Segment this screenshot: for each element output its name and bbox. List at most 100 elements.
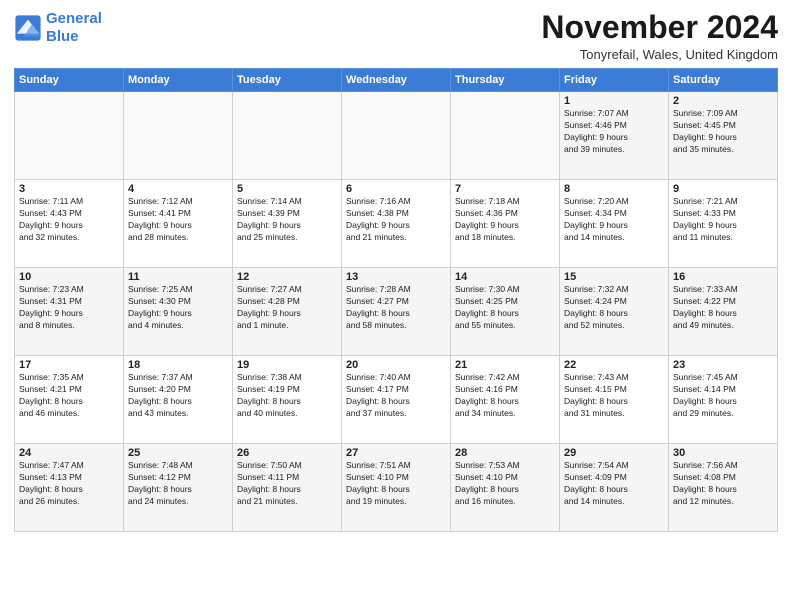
calendar-cell: 15Sunrise: 7:32 AM Sunset: 4:24 PM Dayli… [560, 268, 669, 356]
day-number: 26 [237, 447, 337, 459]
day-number: 7 [455, 183, 555, 195]
day-info: Sunrise: 7:14 AM Sunset: 4:39 PM Dayligh… [237, 196, 337, 244]
day-number: 14 [455, 271, 555, 283]
logo-icon [14, 14, 42, 42]
day-number: 11 [128, 271, 228, 283]
logo: General Blue [14, 10, 102, 46]
day-info: Sunrise: 7:28 AM Sunset: 4:27 PM Dayligh… [346, 284, 446, 332]
calendar-week-2: 3Sunrise: 7:11 AM Sunset: 4:43 PM Daylig… [15, 180, 778, 268]
day-info: Sunrise: 7:27 AM Sunset: 4:28 PM Dayligh… [237, 284, 337, 332]
day-number: 28 [455, 447, 555, 459]
day-info: Sunrise: 7:40 AM Sunset: 4:17 PM Dayligh… [346, 372, 446, 420]
day-number: 12 [237, 271, 337, 283]
header-monday: Monday [124, 69, 233, 92]
day-info: Sunrise: 7:51 AM Sunset: 4:10 PM Dayligh… [346, 460, 446, 508]
calendar-cell: 2Sunrise: 7:09 AM Sunset: 4:45 PM Daylig… [669, 92, 778, 180]
day-number: 13 [346, 271, 446, 283]
calendar-cell: 26Sunrise: 7:50 AM Sunset: 4:11 PM Dayli… [233, 444, 342, 532]
calendar-cell: 17Sunrise: 7:35 AM Sunset: 4:21 PM Dayli… [15, 356, 124, 444]
header-saturday: Saturday [669, 69, 778, 92]
calendar-cell: 10Sunrise: 7:23 AM Sunset: 4:31 PM Dayli… [15, 268, 124, 356]
day-info: Sunrise: 7:11 AM Sunset: 4:43 PM Dayligh… [19, 196, 119, 244]
calendar-cell: 1Sunrise: 7:07 AM Sunset: 4:46 PM Daylig… [560, 92, 669, 180]
month-title: November 2024 [541, 10, 778, 45]
day-number: 9 [673, 183, 773, 195]
location-subtitle: Tonyrefail, Wales, United Kingdom [541, 47, 778, 62]
day-info: Sunrise: 7:07 AM Sunset: 4:46 PM Dayligh… [564, 108, 664, 156]
calendar-cell: 19Sunrise: 7:38 AM Sunset: 4:19 PM Dayli… [233, 356, 342, 444]
day-number: 27 [346, 447, 446, 459]
day-info: Sunrise: 7:45 AM Sunset: 4:14 PM Dayligh… [673, 372, 773, 420]
calendar-cell [342, 92, 451, 180]
calendar-cell: 5Sunrise: 7:14 AM Sunset: 4:39 PM Daylig… [233, 180, 342, 268]
day-number: 2 [673, 95, 773, 107]
day-number: 17 [19, 359, 119, 371]
page: General Blue November 2024 Tonyrefail, W… [0, 0, 792, 612]
day-number: 16 [673, 271, 773, 283]
calendar-cell: 9Sunrise: 7:21 AM Sunset: 4:33 PM Daylig… [669, 180, 778, 268]
day-info: Sunrise: 7:48 AM Sunset: 4:12 PM Dayligh… [128, 460, 228, 508]
day-number: 10 [19, 271, 119, 283]
header: General Blue November 2024 Tonyrefail, W… [14, 10, 778, 62]
day-number: 6 [346, 183, 446, 195]
calendar-cell: 21Sunrise: 7:42 AM Sunset: 4:16 PM Dayli… [451, 356, 560, 444]
day-info: Sunrise: 7:53 AM Sunset: 4:10 PM Dayligh… [455, 460, 555, 508]
header-wednesday: Wednesday [342, 69, 451, 92]
day-info: Sunrise: 7:21 AM Sunset: 4:33 PM Dayligh… [673, 196, 773, 244]
day-info: Sunrise: 7:33 AM Sunset: 4:22 PM Dayligh… [673, 284, 773, 332]
calendar-cell: 30Sunrise: 7:56 AM Sunset: 4:08 PM Dayli… [669, 444, 778, 532]
header-thursday: Thursday [451, 69, 560, 92]
day-info: Sunrise: 7:43 AM Sunset: 4:15 PM Dayligh… [564, 372, 664, 420]
calendar-cell: 18Sunrise: 7:37 AM Sunset: 4:20 PM Dayli… [124, 356, 233, 444]
title-block: November 2024 Tonyrefail, Wales, United … [541, 10, 778, 62]
day-number: 30 [673, 447, 773, 459]
day-info: Sunrise: 7:23 AM Sunset: 4:31 PM Dayligh… [19, 284, 119, 332]
calendar-cell: 29Sunrise: 7:54 AM Sunset: 4:09 PM Dayli… [560, 444, 669, 532]
day-number: 18 [128, 359, 228, 371]
day-number: 24 [19, 447, 119, 459]
day-info: Sunrise: 7:38 AM Sunset: 4:19 PM Dayligh… [237, 372, 337, 420]
calendar-week-1: 1Sunrise: 7:07 AM Sunset: 4:46 PM Daylig… [15, 92, 778, 180]
calendar-cell: 23Sunrise: 7:45 AM Sunset: 4:14 PM Dayli… [669, 356, 778, 444]
day-number: 23 [673, 359, 773, 371]
calendar-week-5: 24Sunrise: 7:47 AM Sunset: 4:13 PM Dayli… [15, 444, 778, 532]
day-info: Sunrise: 7:54 AM Sunset: 4:09 PM Dayligh… [564, 460, 664, 508]
day-info: Sunrise: 7:50 AM Sunset: 4:11 PM Dayligh… [237, 460, 337, 508]
calendar-cell: 7Sunrise: 7:18 AM Sunset: 4:36 PM Daylig… [451, 180, 560, 268]
calendar-cell: 22Sunrise: 7:43 AM Sunset: 4:15 PM Dayli… [560, 356, 669, 444]
day-info: Sunrise: 7:12 AM Sunset: 4:41 PM Dayligh… [128, 196, 228, 244]
day-number: 8 [564, 183, 664, 195]
day-info: Sunrise: 7:37 AM Sunset: 4:20 PM Dayligh… [128, 372, 228, 420]
day-number: 5 [237, 183, 337, 195]
calendar-header-row: Sunday Monday Tuesday Wednesday Thursday… [15, 69, 778, 92]
day-number: 22 [564, 359, 664, 371]
day-number: 15 [564, 271, 664, 283]
calendar-cell: 6Sunrise: 7:16 AM Sunset: 4:38 PM Daylig… [342, 180, 451, 268]
day-number: 29 [564, 447, 664, 459]
day-info: Sunrise: 7:20 AM Sunset: 4:34 PM Dayligh… [564, 196, 664, 244]
day-info: Sunrise: 7:32 AM Sunset: 4:24 PM Dayligh… [564, 284, 664, 332]
calendar-cell [15, 92, 124, 180]
day-info: Sunrise: 7:18 AM Sunset: 4:36 PM Dayligh… [455, 196, 555, 244]
day-info: Sunrise: 7:16 AM Sunset: 4:38 PM Dayligh… [346, 196, 446, 244]
calendar-cell: 25Sunrise: 7:48 AM Sunset: 4:12 PM Dayli… [124, 444, 233, 532]
calendar: Sunday Monday Tuesday Wednesday Thursday… [14, 68, 778, 532]
calendar-cell: 14Sunrise: 7:30 AM Sunset: 4:25 PM Dayli… [451, 268, 560, 356]
day-number: 3 [19, 183, 119, 195]
calendar-cell: 16Sunrise: 7:33 AM Sunset: 4:22 PM Dayli… [669, 268, 778, 356]
calendar-cell: 3Sunrise: 7:11 AM Sunset: 4:43 PM Daylig… [15, 180, 124, 268]
day-info: Sunrise: 7:09 AM Sunset: 4:45 PM Dayligh… [673, 108, 773, 156]
header-tuesday: Tuesday [233, 69, 342, 92]
day-number: 21 [455, 359, 555, 371]
header-sunday: Sunday [15, 69, 124, 92]
day-info: Sunrise: 7:42 AM Sunset: 4:16 PM Dayligh… [455, 372, 555, 420]
calendar-cell: 27Sunrise: 7:51 AM Sunset: 4:10 PM Dayli… [342, 444, 451, 532]
logo-text: General Blue [46, 10, 102, 46]
calendar-cell: 4Sunrise: 7:12 AM Sunset: 4:41 PM Daylig… [124, 180, 233, 268]
calendar-cell: 20Sunrise: 7:40 AM Sunset: 4:17 PM Dayli… [342, 356, 451, 444]
day-number: 1 [564, 95, 664, 107]
day-info: Sunrise: 7:47 AM Sunset: 4:13 PM Dayligh… [19, 460, 119, 508]
calendar-cell: 28Sunrise: 7:53 AM Sunset: 4:10 PM Dayli… [451, 444, 560, 532]
day-info: Sunrise: 7:35 AM Sunset: 4:21 PM Dayligh… [19, 372, 119, 420]
day-number: 4 [128, 183, 228, 195]
